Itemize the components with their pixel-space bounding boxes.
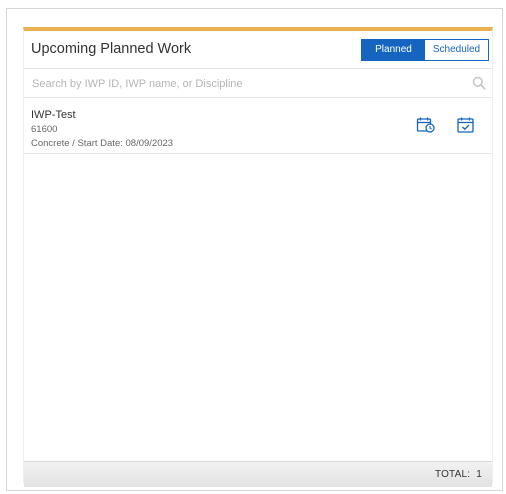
upcoming-planned-work-panel: Upcoming Planned Work Planned Scheduled … <box>23 27 493 487</box>
calendar-check-icon[interactable] <box>456 116 476 134</box>
item-name: IWP-Test <box>31 109 76 121</box>
panel-header: Upcoming Planned Work Planned Scheduled <box>24 31 492 67</box>
panel-footer: TOTAL: 1 <box>24 461 492 487</box>
planned-toggle-button[interactable]: Planned <box>362 40 425 60</box>
total-label: TOTAL: <box>434 469 471 480</box>
planned-scheduled-toggle: Planned Scheduled <box>361 39 489 61</box>
list-item[interactable]: IWP-Test 61600 Concrete / Start Date: 08… <box>24 98 492 154</box>
search-bar <box>24 68 492 98</box>
item-meta: Concrete / Start Date: 08/09/2023 <box>31 138 174 149</box>
scheduled-toggle-button[interactable]: Scheduled <box>425 40 488 60</box>
total-value: 1 <box>476 469 482 480</box>
search-icon[interactable] <box>472 76 486 90</box>
total-count: TOTAL: 1 <box>435 469 482 480</box>
item-id: 61600 <box>31 124 58 135</box>
calendar-clock-icon[interactable] <box>416 116 436 134</box>
search-input[interactable] <box>30 74 464 94</box>
panel-title: Upcoming Planned Work <box>31 41 192 57</box>
